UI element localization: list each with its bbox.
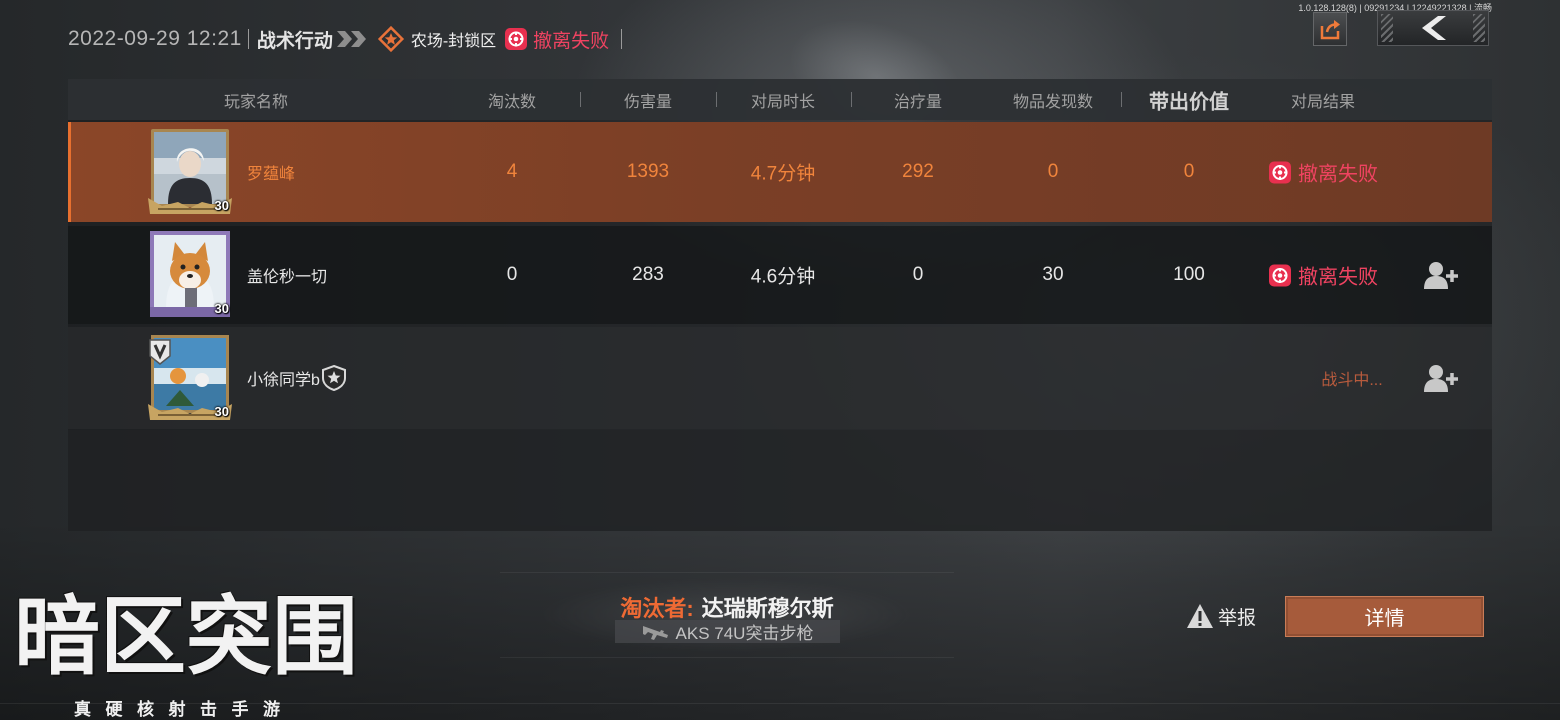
damage-value: 283 xyxy=(632,264,664,285)
player-name: 盖伦秒一切 xyxy=(247,269,328,286)
game-logo: 暗区突围 xyxy=(14,589,358,685)
player-name: 罗蕴峰 xyxy=(247,166,296,183)
divider xyxy=(247,29,249,49)
eliminator-weapon: AKS 74U突击步枪 xyxy=(615,620,840,643)
table-header: 玩家名称 淘汰数 伤害量 对局时长 治疗量 物品发现数 带出价值 对局结果 xyxy=(68,79,1492,120)
eliminations-value: 4 xyxy=(506,161,518,182)
report-label: 举报 xyxy=(1218,607,1257,629)
add-friend-icon xyxy=(1424,363,1458,393)
report-button[interactable]: 举报 xyxy=(1186,601,1256,631)
player-level: 30 xyxy=(214,198,229,213)
column-header-items-found: 物品发现数 xyxy=(1012,93,1094,111)
share-icon xyxy=(1319,18,1341,40)
column-divider xyxy=(716,92,717,107)
items-found-value: 0 xyxy=(1047,161,1059,182)
game-logo-subtitle: 真硬核射击手游 xyxy=(74,700,295,719)
rifle-icon xyxy=(642,623,670,641)
column-divider xyxy=(851,92,852,107)
column-header-duration: 对局时长 xyxy=(750,93,816,111)
healing-value: 292 xyxy=(902,161,934,182)
match-info-bar: 2022-09-29 12:21 战术行动 农场-封锁区 撤离失败 xyxy=(68,24,630,54)
rank-v-badge-icon xyxy=(148,336,172,366)
back-chevron-icon xyxy=(1418,15,1448,41)
extraction-failed-icon xyxy=(504,27,528,51)
extraction-failed-icon xyxy=(1268,160,1292,184)
column-header-damage: 伤害量 xyxy=(623,93,673,111)
player-level: 30 xyxy=(214,301,229,316)
scoreboard-table: 玩家名称 淘汰数 伤害量 对局时长 治疗量 物品发现数 带出价值 对局结果 30… xyxy=(68,79,1492,531)
items-found-value: 30 xyxy=(1042,264,1064,285)
weapon-name: AKS 74U突击步枪 xyxy=(675,624,814,643)
column-header-result: 对局结果 xyxy=(1290,93,1356,111)
share-button[interactable] xyxy=(1313,12,1347,46)
player-name: 小徐同学b xyxy=(247,372,320,389)
in-battle-status: 战斗中... xyxy=(1321,372,1383,389)
healing-value: 0 xyxy=(912,264,924,285)
column-header-eliminations: 淘汰数 xyxy=(487,93,537,111)
table-row: 30 罗蕴峰 4 1393 4.7分钟 292 0 0 撤离失败 xyxy=(68,122,1492,222)
extracted-value: 0 xyxy=(1183,161,1195,182)
match-result-screen: 2022-09-29 12:21 战术行动 农场-封锁区 撤离失败 1.0.12… xyxy=(0,0,1560,720)
eliminations-value: 0 xyxy=(506,264,518,285)
eliminator-name: 达瑞斯穆尔斯 xyxy=(701,596,834,621)
duration-value: 4.7分钟 xyxy=(750,163,816,185)
match-result: 撤离失败 xyxy=(1268,158,1378,187)
player-name-group: 小徐同学b xyxy=(247,365,346,391)
avatar[interactable]: 30 xyxy=(148,334,232,422)
divider xyxy=(621,29,623,49)
match-result-label: 撤离失败 xyxy=(1298,266,1378,289)
map-name: 农场-封锁区 xyxy=(410,33,497,50)
decorative-stripe xyxy=(1381,14,1393,42)
table-row: 30 小徐同学b 战斗中... xyxy=(68,327,1492,429)
match-datetime: 2022-09-29 12:21 xyxy=(68,27,242,50)
duration-value: 4.6分钟 xyxy=(750,266,816,288)
match-result: 撤离失败 xyxy=(1268,261,1378,290)
map-marker-icon xyxy=(377,25,405,53)
warning-icon xyxy=(1186,603,1214,629)
double-chevron-icon xyxy=(335,30,369,48)
column-header-healing: 治疗量 xyxy=(893,93,943,111)
add-friend-button[interactable] xyxy=(1424,260,1458,290)
empty-table-area xyxy=(68,430,1492,531)
player-level: 30 xyxy=(214,404,229,419)
damage-value: 1393 xyxy=(626,161,670,182)
decorative-stripe xyxy=(1473,14,1485,42)
back-button[interactable] xyxy=(1377,10,1489,46)
table-row: 30 盖伦秒一切 0 283 4.6分钟 0 30 100 撤离失败 xyxy=(68,226,1492,324)
column-divider xyxy=(1121,92,1122,107)
avatar[interactable]: 30 xyxy=(148,231,232,319)
shield-star-icon xyxy=(321,365,346,391)
eliminator-label: 淘汰者: xyxy=(620,596,694,621)
column-header-player-name: 玩家名称 xyxy=(223,93,289,111)
match-status: 撤离失败 xyxy=(533,30,610,52)
column-divider xyxy=(580,92,581,107)
add-friend-button[interactable] xyxy=(1424,363,1458,393)
add-friend-icon xyxy=(1424,260,1458,290)
avatar[interactable]: 30 xyxy=(148,128,232,216)
extraction-failed-icon xyxy=(1268,263,1292,287)
match-result-label: 撤离失败 xyxy=(1298,163,1378,186)
extracted-value: 100 xyxy=(1173,264,1205,285)
details-button[interactable]: 详情 xyxy=(1285,596,1484,637)
game-mode: 战术行动 xyxy=(256,30,333,52)
column-header-extracted-value: 带出价值 xyxy=(1149,91,1229,113)
